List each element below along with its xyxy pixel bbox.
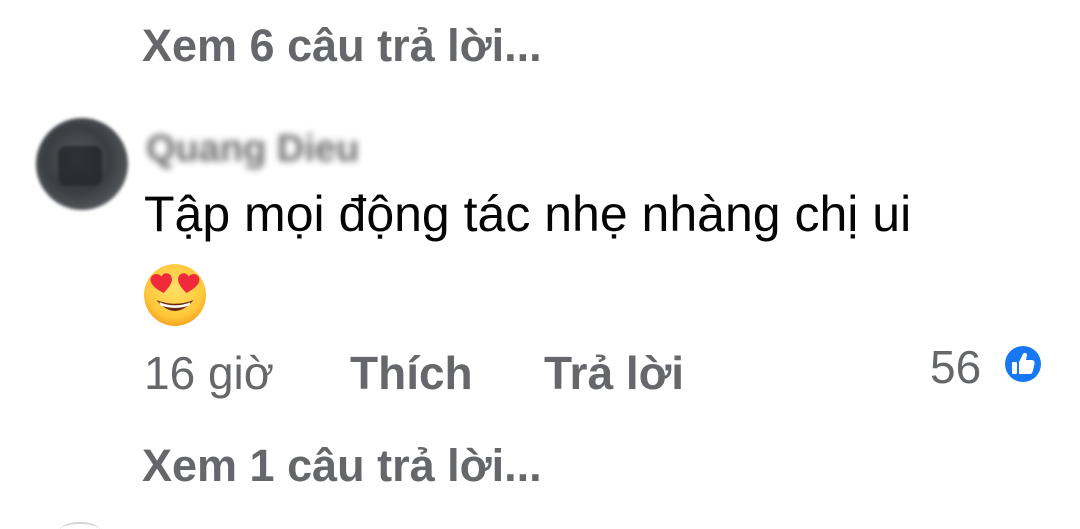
next-comment-avatar-edge	[60, 522, 100, 529]
author-name[interactable]: Quang Dieu	[146, 128, 359, 171]
avatar-photo	[58, 146, 102, 186]
view-replies-link[interactable]: Xem 6 câu trả lời...	[142, 20, 542, 72]
comment-actions: 16 giờ Thích Trả lời 56	[0, 341, 1080, 406]
view-replies-link[interactable]: Xem 1 câu trả lời...	[142, 440, 542, 492]
comment-thread: Xem 6 câu trả lời... Quang Dieu Tập mọi …	[0, 0, 1080, 529]
reaction-count[interactable]: 56	[930, 340, 981, 394]
like-reaction-icon[interactable]	[1001, 342, 1045, 386]
like-button[interactable]: Thích	[350, 346, 473, 400]
comment-text: Tập mọi động tác nhẹ nhàng chị ui	[144, 186, 912, 242]
avatar[interactable]	[36, 118, 128, 210]
comment-timestamp[interactable]: 16 giờ	[144, 346, 274, 400]
heart-eyes-emoji-icon	[144, 264, 206, 326]
reply-button[interactable]: Trả lời	[544, 346, 684, 400]
